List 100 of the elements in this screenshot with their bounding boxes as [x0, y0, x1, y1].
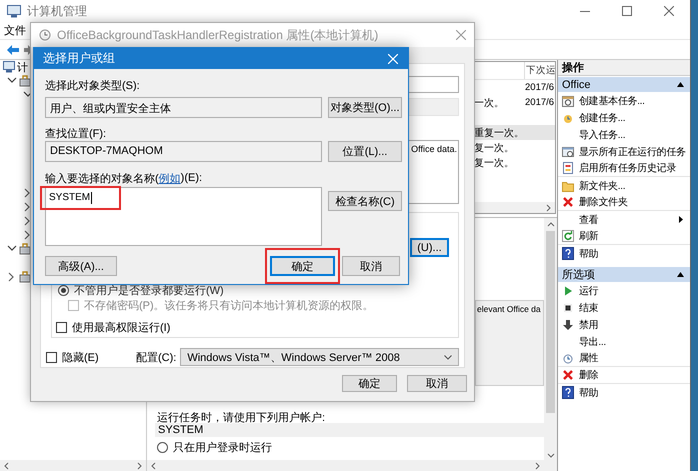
window-clock-icon [562, 146, 574, 158]
down-chevron-icon[interactable] [546, 453, 554, 459]
section-header[interactable]: Office [558, 77, 690, 92]
clock-icon [39, 29, 51, 41]
help-icon [562, 386, 574, 399]
field-label: 选择此对象类型(S): [45, 78, 140, 92]
check-names-button[interactable]: 检查名称(C) [328, 191, 402, 211]
change-user-button[interactable]: (U)... [410, 238, 449, 257]
delete-icon [562, 196, 574, 208]
field-label: 查找位置(F): [45, 126, 106, 140]
ok-button[interactable]: 确定 [270, 256, 335, 276]
object-type-button[interactable]: 对象类型(O)... [328, 97, 402, 118]
table-cell[interactable]: 复一次。 [474, 155, 524, 170]
checkbox-label: 隐藏(E) [62, 350, 99, 364]
caret-icon [444, 354, 452, 360]
table-cell[interactable]: 2017/6 [524, 80, 555, 95]
clock-icon [562, 352, 574, 364]
location-field: DESKTOP-7MAQHOM [45, 141, 322, 162]
tool-icon [19, 243, 31, 255]
account-field: SYSTEM [155, 423, 544, 437]
configure-dropdown[interactable]: Windows Vista™、Windows Server™ 2008 [180, 348, 459, 366]
checkbox[interactable] [56, 322, 67, 332]
left-chevron-icon[interactable] [150, 462, 156, 470]
column-header[interactable]: 下次运 [524, 62, 556, 79]
table-cell[interactable] [524, 125, 555, 140]
up-chevron-icon[interactable] [546, 221, 554, 227]
down-arrow-icon [562, 318, 574, 330]
tool-icon [19, 75, 31, 87]
action-item[interactable]: 帮助 [579, 246, 598, 260]
play-icon [562, 284, 574, 296]
section-title: 所选项 [562, 268, 595, 282]
radio-button[interactable] [157, 442, 168, 452]
cancel-button[interactable]: 取消 [407, 375, 467, 392]
refresh-icon [562, 230, 574, 242]
action-item[interactable]: 删除 [579, 368, 598, 382]
right-chevron-icon[interactable] [535, 462, 541, 470]
cancel-button[interactable]: 取消 [342, 256, 400, 276]
close-icon[interactable] [664, 6, 674, 16]
checkbox[interactable] [46, 352, 57, 362]
action-item[interactable]: 导入任务... [579, 128, 626, 142]
computer-icon [7, 4, 21, 18]
action-item[interactable]: 刷新 [579, 229, 598, 243]
stop-icon [562, 302, 574, 314]
action-item[interactable]: 新文件夹... [579, 178, 626, 192]
scrollbar-thumb[interactable] [546, 231, 555, 413]
advanced-button[interactable]: 高级(A)... [45, 256, 117, 276]
description-text: Office data. [411, 144, 457, 156]
name-input-field[interactable]: SYSTEM [45, 187, 322, 246]
right-chevron-icon[interactable] [137, 462, 143, 470]
action-item[interactable]: 启用所有任务历史记录 [579, 161, 676, 175]
checkbox-label: 使用最高权限运行(I) [72, 320, 170, 334]
action-item[interactable]: 创建任务... [579, 110, 626, 124]
action-item[interactable]: 结束 [579, 300, 598, 314]
calendar-icon [562, 94, 574, 106]
menu-item[interactable]: 文件 [4, 23, 26, 38]
help-icon [562, 247, 574, 260]
dialog-title: 选择用户或组 [43, 50, 115, 67]
section-title: Office [562, 78, 591, 90]
radio-label: 不管用户是否登录都要运行(W) [74, 284, 224, 298]
examples-link[interactable]: 例如 [158, 170, 181, 186]
left-chevron-icon[interactable] [3, 462, 9, 470]
radio-button[interactable] [58, 284, 69, 296]
computer-icon [3, 61, 15, 73]
tool-icon [19, 271, 31, 283]
configure-label: 配置(C): [136, 350, 176, 364]
radio-label: 只在用户登录时运行 [173, 440, 272, 454]
collapse-triangle-icon[interactable] [677, 82, 684, 87]
table-cell[interactable]: 2017/6 [524, 95, 555, 110]
action-item[interactable]: 属性 [579, 351, 598, 365]
action-item[interactable]: 禁用 [579, 318, 598, 332]
maximize-icon[interactable] [622, 6, 632, 16]
action-item[interactable]: 导出... [579, 334, 606, 348]
close-icon[interactable] [456, 30, 466, 40]
object-type-field: 用户、组或内置安全主体 [45, 97, 322, 118]
security-label: 运行任务时，请使用下列用户帐户: [157, 410, 326, 423]
list-icon [562, 162, 574, 174]
tree-item[interactable]: 计 [17, 60, 28, 74]
right-chevron-icon[interactable] [546, 204, 552, 212]
submenu-arrow-icon[interactable] [679, 216, 683, 223]
location-button[interactable]: 位置(L)... [328, 141, 402, 162]
description-text: elevant Office da [477, 304, 541, 314]
table-cell[interactable]: 重复一次。 [474, 125, 524, 140]
dialog-title: OfficeBackgroundTaskHandlerRegistration 属性(本地计算机) [57, 26, 378, 44]
section-header[interactable]: 所选项 [558, 267, 690, 282]
ok-button[interactable]: 确定 [342, 375, 397, 392]
pane-header: 操作 [558, 60, 690, 76]
folder-icon [562, 180, 574, 192]
delete-icon [562, 369, 574, 381]
back-arrow-icon[interactable] [6, 44, 20, 56]
action-item[interactable]: 显示所有正在运行的任务 [579, 144, 686, 158]
window-title: 计算机管理 [27, 2, 87, 20]
checkbox-label: 不存储密码(P)。该任务将只有访问本地计算机资源的权限。 [84, 298, 374, 312]
table-cell[interactable]: 复一次。 [474, 140, 524, 155]
collapse-triangle-icon[interactable] [677, 272, 684, 277]
action-item[interactable]: 帮助 [579, 386, 598, 400]
action-item[interactable]: 查看 [579, 212, 598, 226]
action-item[interactable]: 运行 [579, 284, 598, 298]
action-item[interactable]: 创建基本任务... [579, 94, 645, 108]
action-item[interactable]: 删除文件夹 [579, 195, 628, 209]
field-label: 输入要选择的对象名称(例如)(E): [45, 171, 202, 185]
